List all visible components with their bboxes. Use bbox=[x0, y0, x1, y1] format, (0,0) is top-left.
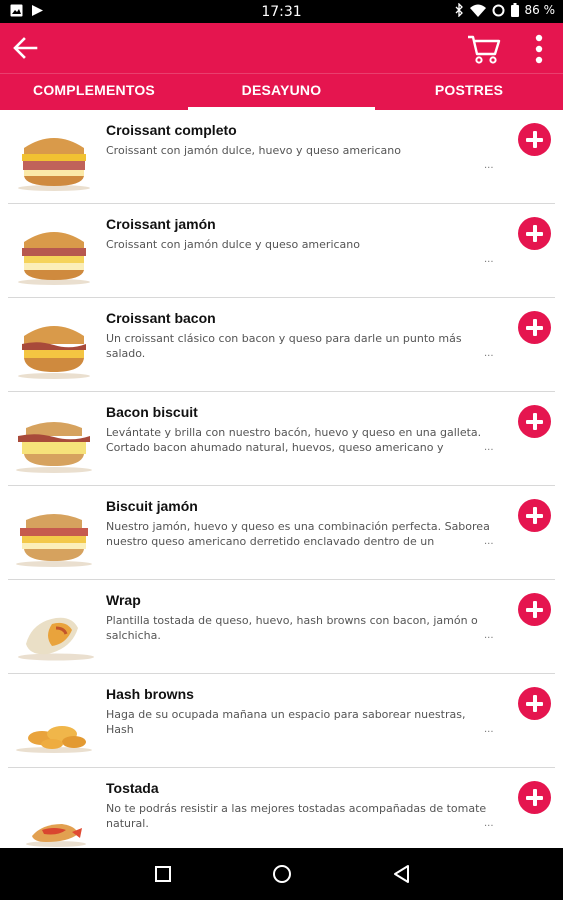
item-name: Hash browns bbox=[106, 686, 194, 702]
item-description: Plantilla tostada de queso, huevo, hash … bbox=[106, 614, 478, 642]
menu-item[interactable]: Bacon biscuit Levántate y brilla con nue… bbox=[0, 392, 563, 486]
item-more-indicator: ... bbox=[484, 254, 494, 265]
add-item-button[interactable] bbox=[518, 499, 551, 532]
toast-image bbox=[26, 824, 86, 847]
add-item-button[interactable] bbox=[518, 311, 551, 344]
add-item-button[interactable] bbox=[518, 687, 551, 720]
menu-item[interactable]: Tostada No te podrás resistir a las mejo… bbox=[0, 768, 563, 848]
back-arrow-icon[interactable] bbox=[12, 36, 38, 60]
item-name: Tostada bbox=[106, 780, 159, 796]
item-more-indicator: ... bbox=[484, 348, 494, 359]
category-tabs: COMPLEMENTOS DESAYUNO POSTRES bbox=[0, 73, 563, 111]
item-more-indicator: ... bbox=[484, 630, 494, 641]
menu-item[interactable]: Croissant bacon Un croissant clásico con… bbox=[0, 298, 563, 392]
tab-complementos[interactable]: COMPLEMENTOS bbox=[0, 74, 188, 111]
back-triangle-icon[interactable] bbox=[390, 862, 414, 886]
status-bar: 17:31 86 % bbox=[0, 0, 563, 23]
item-description: Croissant con jamón dulce, huevo y queso… bbox=[106, 144, 401, 157]
sync-icon bbox=[492, 4, 504, 16]
battery-percent: 86 % bbox=[524, 3, 556, 17]
system-nav-bar bbox=[0, 848, 563, 900]
bacon-biscuit-image bbox=[16, 422, 92, 473]
add-item-button[interactable] bbox=[518, 593, 551, 626]
recents-square-icon[interactable] bbox=[151, 862, 175, 886]
item-more-indicator: ... bbox=[484, 160, 494, 171]
menu-list[interactable]: Croissant completo Croissant con jamón d… bbox=[0, 110, 563, 848]
battery-icon bbox=[510, 3, 519, 17]
menu-item[interactable]: Croissant jamón Croissant con jamón dulc… bbox=[0, 204, 563, 298]
item-more-indicator: ... bbox=[484, 724, 494, 735]
home-circle-icon[interactable] bbox=[270, 862, 294, 886]
item-more-indicator: ... bbox=[484, 442, 494, 453]
item-description: Levántate y brilla con nuestro bacón, hu… bbox=[106, 426, 482, 454]
add-item-button[interactable] bbox=[518, 123, 551, 156]
app-bar bbox=[0, 23, 563, 73]
menu-item[interactable]: Wrap Plantilla tostada de queso, huevo, … bbox=[0, 580, 563, 674]
item-name: Bacon biscuit bbox=[106, 404, 198, 420]
wifi-icon bbox=[469, 4, 486, 17]
biscuit-ham-image bbox=[16, 514, 92, 567]
menu-item[interactable]: Hash browns Haga de su ocupada mañana un… bbox=[0, 674, 563, 768]
item-name: Croissant completo bbox=[106, 122, 237, 138]
item-description: Nuestro jamón, huevo y queso es una comb… bbox=[106, 520, 490, 548]
add-item-button[interactable] bbox=[518, 405, 551, 438]
tab-desayuno[interactable]: DESAYUNO bbox=[188, 74, 375, 111]
add-item-button[interactable] bbox=[518, 217, 551, 250]
item-more-indicator: ... bbox=[484, 818, 494, 829]
menu-item[interactable]: Biscuit jamón Nuestro jamón, huevo y que… bbox=[0, 486, 563, 580]
item-name: Croissant jamón bbox=[106, 216, 216, 232]
cart-icon[interactable] bbox=[466, 33, 502, 65]
item-description: No te podrás resistir a las mejores tost… bbox=[106, 802, 487, 830]
item-name: Croissant bacon bbox=[106, 310, 216, 326]
bluetooth-icon bbox=[455, 3, 463, 17]
item-description: Croissant con jamón dulce y queso americ… bbox=[106, 238, 360, 251]
croissant-bacon-image bbox=[18, 326, 90, 379]
hash-browns-image bbox=[16, 726, 92, 753]
item-more-indicator: ... bbox=[484, 536, 494, 547]
add-item-button[interactable] bbox=[518, 781, 551, 814]
item-description: Haga de su ocupada mañana un espacio par… bbox=[106, 708, 466, 736]
tab-postres[interactable]: POSTRES bbox=[375, 74, 563, 111]
item-description: Un croissant clásico con bacon y queso p… bbox=[106, 332, 462, 360]
wrap-image bbox=[18, 617, 94, 661]
item-name: Wrap bbox=[106, 592, 141, 608]
croissant-full-image bbox=[18, 138, 90, 191]
croissant-ham-image bbox=[18, 232, 90, 285]
menu-item[interactable]: Croissant completo Croissant con jamón d… bbox=[0, 110, 563, 204]
item-name: Biscuit jamón bbox=[106, 498, 198, 514]
more-vert-icon[interactable] bbox=[532, 33, 546, 65]
